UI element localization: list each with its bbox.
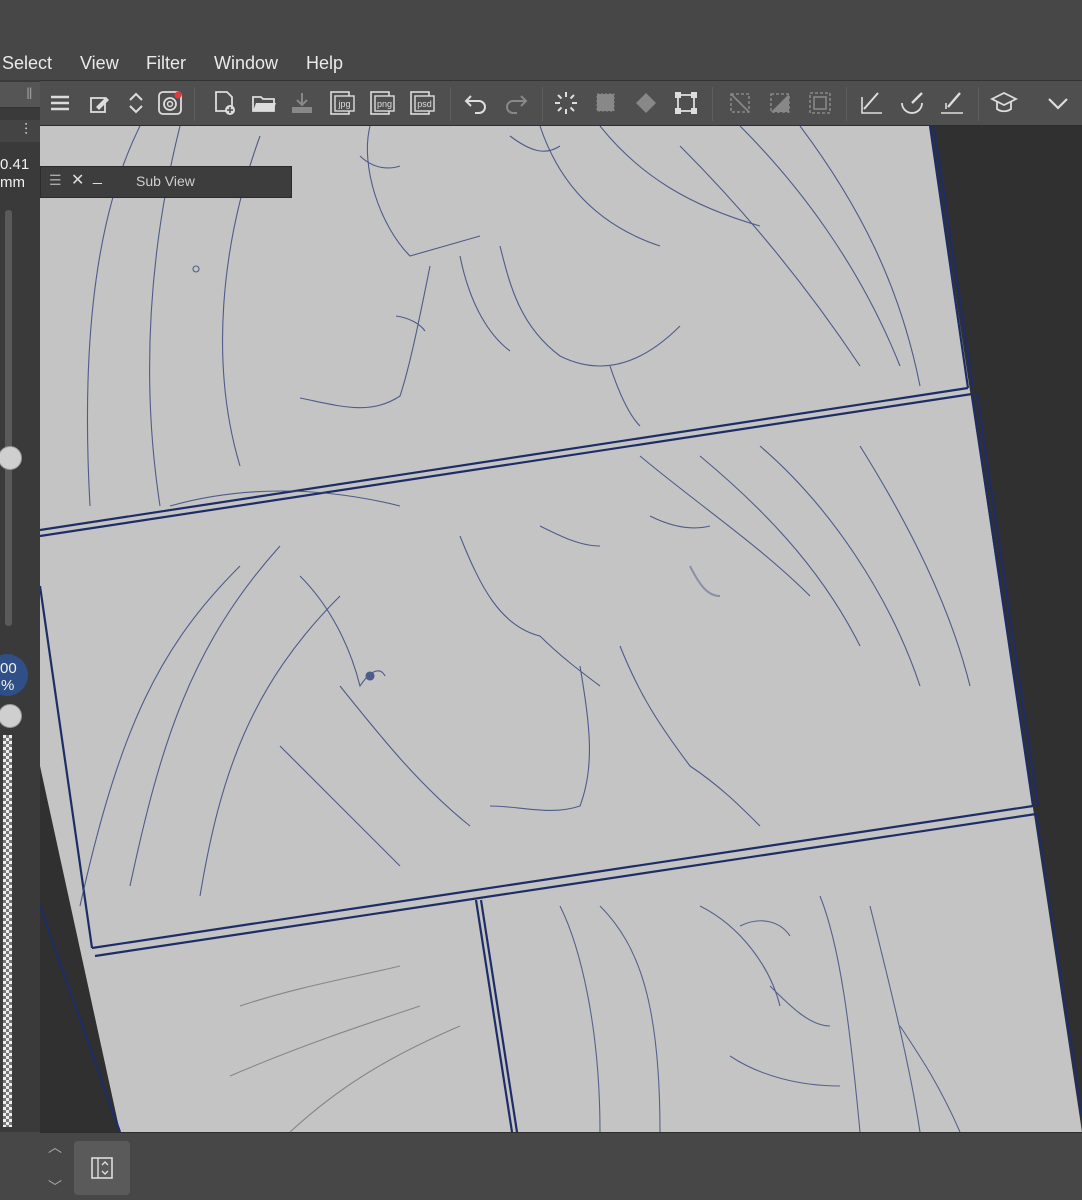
clip-studio-icon[interactable] [154, 87, 186, 119]
sub-view-title: Sub View [136, 173, 195, 189]
loading-icon[interactable] [550, 87, 582, 119]
separator [450, 87, 451, 121]
new-canvas-icon[interactable] [208, 87, 240, 119]
png-label: png [377, 99, 392, 109]
export-psd-icon[interactable]: psd [406, 87, 438, 119]
menu-filter[interactable]: Filter [146, 53, 186, 74]
brush-curve-icon[interactable] [896, 87, 928, 119]
opacity-value: 00 [0, 660, 17, 677]
menu-window[interactable]: Window [214, 53, 278, 74]
fill-icon[interactable] [630, 87, 662, 119]
grip-icon[interactable]: ‖ [26, 86, 33, 104]
brush-size-knob[interactable] [0, 446, 22, 470]
tool-property-icon[interactable]: ⫶ [24, 122, 28, 140]
left-tool-strip: ‖ ⫶ 0.41 mm 00 % [0, 80, 40, 1132]
undo-icon[interactable] [460, 87, 492, 119]
menu-icon[interactable] [44, 87, 76, 119]
redo-icon[interactable] [500, 87, 532, 119]
jpg-label: jpg [337, 99, 350, 109]
sub-view-panel[interactable]: ☰ ✕ _ Sub View [40, 166, 292, 198]
menu-bar: Select View Filter Window Help [0, 48, 1082, 80]
canvas-area[interactable] [40, 126, 1082, 1132]
separator [542, 87, 543, 121]
layer-icon [91, 1157, 113, 1179]
learn-icon[interactable] [988, 87, 1020, 119]
brush-size-unit: mm [0, 174, 25, 191]
command-bar: jpg png psd [40, 80, 1082, 126]
chevron-down-icon[interactable] [1042, 87, 1074, 119]
menu-view[interactable]: View [80, 53, 119, 74]
chevron-double-down-icon[interactable]: ﹀ [48, 1177, 62, 1197]
opacity-knob[interactable] [0, 704, 22, 728]
bottom-bar: ︿ ﹀ [40, 1132, 1082, 1200]
ruler-icon[interactable] [856, 87, 888, 119]
close-icon[interactable]: ✕ [71, 170, 84, 190]
minimize-icon[interactable]: _ [93, 168, 102, 186]
drag-handle-icon[interactable]: ☰ [49, 172, 62, 189]
layer-panel-button[interactable] [74, 1141, 130, 1195]
border-selection-icon[interactable] [804, 87, 836, 119]
import-icon[interactable] [286, 87, 318, 119]
export-png-icon[interactable]: png [366, 87, 398, 119]
clear-selection-icon[interactable] [724, 87, 756, 119]
invert-selection-icon[interactable] [764, 87, 796, 119]
opacity-slider[interactable] [3, 735, 12, 1127]
pen-line-icon[interactable] [936, 87, 968, 119]
tool-tab-row: ⫶ [0, 120, 40, 142]
export-jpg-icon[interactable]: jpg [326, 87, 358, 119]
title-bar [0, 0, 1082, 48]
menu-select[interactable]: Select [2, 53, 52, 74]
separator [712, 87, 713, 121]
select-all-icon[interactable] [590, 87, 622, 119]
paper-sheet [40, 126, 1082, 1132]
panel-header: ‖ [0, 82, 40, 108]
eyedropper-icon[interactable] [84, 87, 116, 119]
opacity-unit: % [1, 677, 15, 694]
separator [194, 87, 195, 121]
brush-size-slider[interactable] [5, 210, 12, 626]
open-folder-icon[interactable] [248, 87, 280, 119]
up-down-arrows-icon[interactable] [120, 87, 152, 119]
transform-icon[interactable] [670, 87, 702, 119]
psd-label: psd [417, 99, 432, 109]
separator [978, 87, 979, 121]
separator [846, 87, 847, 121]
chevron-up-icon[interactable]: ︿ [48, 1137, 62, 1157]
menu-help[interactable]: Help [306, 53, 343, 74]
brush-size-value[interactable]: 0.41 [0, 156, 29, 173]
manga-page[interactable] [40, 126, 1082, 1132]
